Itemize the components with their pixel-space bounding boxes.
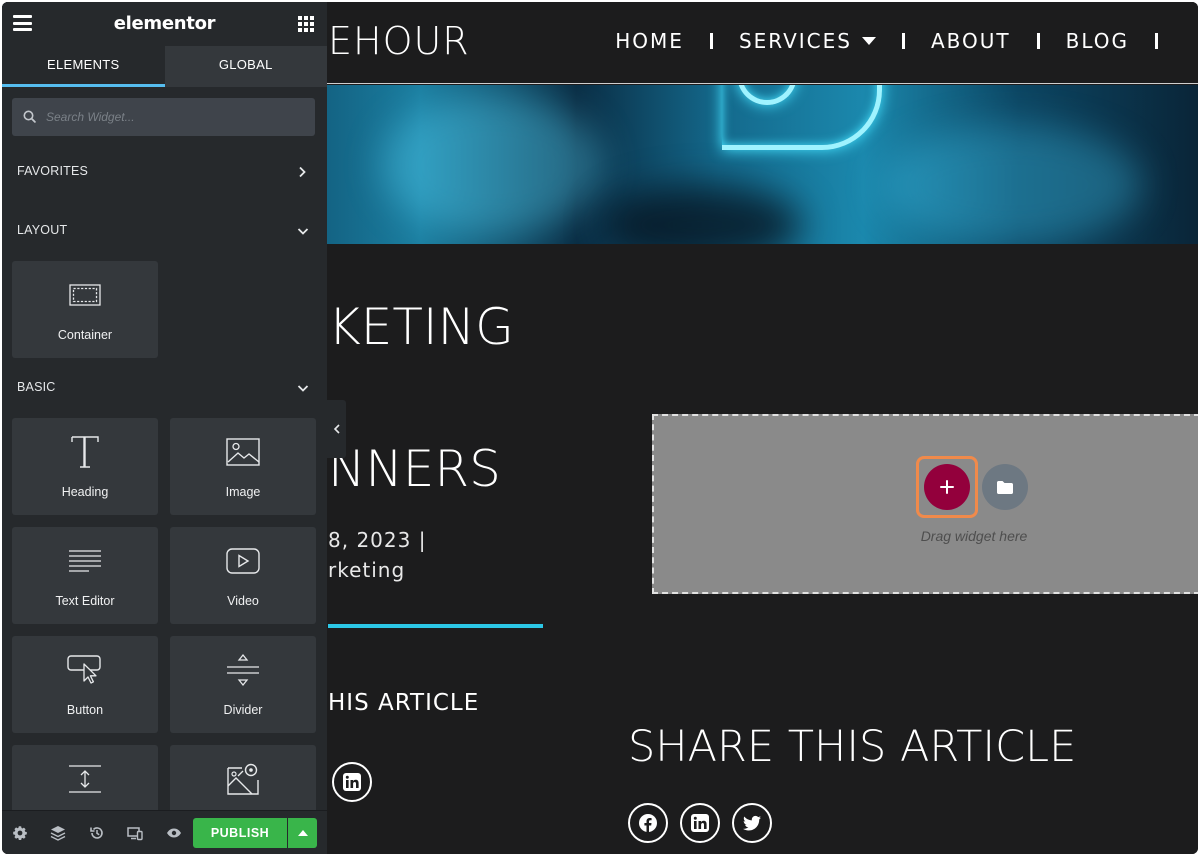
elementor-logo: elementor	[113, 13, 216, 34]
widget-divider[interactable]: Divider	[170, 636, 316, 733]
site-nav: HOME SERVICES ABOUT BLOG	[615, 26, 1184, 56]
google-maps-icon	[170, 759, 316, 799]
responsive-icon[interactable]	[127, 825, 143, 841]
share-heading: SHARE THIS ARTICLE	[628, 722, 1077, 772]
widget-label: Button	[66, 703, 104, 717]
accent-divider	[328, 624, 543, 628]
settings-icon[interactable]	[12, 825, 28, 841]
video-icon	[170, 541, 316, 581]
nav-item-blog[interactable]: BLOG	[1066, 29, 1129, 53]
nav-separator	[1036, 33, 1040, 49]
nav-item-home[interactable]: HOME	[615, 29, 684, 53]
twitter-icon[interactable]	[732, 803, 772, 843]
section-basic[interactable]: BASIC	[17, 380, 56, 394]
widget-video[interactable]: Video	[170, 527, 316, 624]
spacer-icon	[12, 759, 158, 799]
navigator-icon[interactable]	[50, 825, 66, 841]
chevron-left-icon	[333, 424, 340, 434]
publish-button[interactable]: PUBLISH	[193, 818, 287, 848]
tab-elements[interactable]: ELEMENTS	[2, 46, 165, 87]
nav-item-services[interactable]: SERVICES	[739, 29, 876, 53]
post-category[interactable]: rketing	[328, 558, 405, 582]
nav-separator	[709, 33, 713, 49]
search-icon	[23, 110, 36, 123]
panel-collapse-handle[interactable]	[327, 400, 346, 458]
widget-text-editor[interactable]: Text Editor	[12, 527, 158, 624]
widget-label: Heading	[61, 485, 109, 499]
add-section-button[interactable]	[924, 464, 970, 510]
facebook-icon[interactable]	[628, 803, 668, 843]
widget-label: Divider	[223, 703, 263, 717]
preview-eye-icon[interactable]	[166, 825, 182, 841]
publish-options-button[interactable]	[288, 818, 317, 848]
post-title-line-2: NNERS	[328, 440, 501, 498]
button-icon	[12, 650, 158, 690]
widget-container[interactable]: Container	[12, 261, 158, 358]
divider-icon	[170, 650, 316, 690]
container-icon	[12, 275, 158, 315]
tab-global[interactable]: GLOBAL	[164, 46, 327, 87]
nav-separator	[901, 33, 905, 49]
caret-down-icon	[861, 37, 876, 45]
dropzone-hint: Drag widget here	[920, 528, 1028, 544]
folder-icon	[997, 480, 1013, 494]
widget-label: Image	[225, 485, 261, 499]
widget-label: Video	[227, 594, 259, 608]
chevron-down-icon[interactable]	[297, 383, 309, 393]
panel-tabs: ELEMENTS GLOBAL	[2, 46, 327, 87]
widget-label: Text Editor	[55, 594, 115, 608]
caret-up-icon	[297, 830, 308, 836]
nav-label: HOME	[615, 29, 684, 53]
editor-window: EHOUR HOME SERVICES ABOUT BLOG KETING NN…	[2, 2, 1198, 854]
image-icon	[170, 432, 316, 472]
search-widget-input[interactable]	[46, 98, 306, 136]
nav-item-about[interactable]: ABOUT	[931, 29, 1011, 53]
nav-label: SERVICES	[738, 29, 852, 53]
nav-separator	[1155, 33, 1158, 49]
widget-label: Container	[57, 328, 113, 342]
section-favorites[interactable]: FAVORITES	[17, 164, 88, 178]
text-editor-icon	[12, 541, 158, 581]
chevron-down-icon[interactable]	[297, 226, 309, 236]
history-icon[interactable]	[89, 825, 105, 841]
plus-icon	[940, 480, 954, 494]
post-title-line-1: KETING	[328, 298, 514, 356]
elementor-panel: elementor ELEMENTS GLOBAL FAVORITES LAYO…	[2, 2, 327, 854]
post-date: 8, 2023 |	[328, 528, 427, 552]
widget-button[interactable]: Button	[12, 636, 158, 733]
panel-header: elementor	[2, 2, 327, 46]
widget-dropzone[interactable]: Drag widget here	[652, 414, 1198, 594]
heading-icon	[12, 432, 158, 472]
linkedin-icon[interactable]	[680, 803, 720, 843]
widget-heading[interactable]: Heading	[12, 418, 158, 515]
widget-image[interactable]: Image	[170, 418, 316, 515]
nav-label: ABOUT	[930, 29, 1011, 53]
section-layout[interactable]: LAYOUT	[17, 223, 67, 237]
panel-footer: PUBLISH	[2, 810, 327, 854]
share-heading-left: HIS ARTICLE	[328, 690, 480, 716]
site-logo[interactable]: EHOUR	[328, 16, 470, 66]
chevron-right-icon[interactable]	[297, 166, 307, 178]
widget-search	[12, 98, 315, 136]
nav-label: BLOG	[1065, 29, 1129, 53]
widgets-grid-icon[interactable]	[298, 16, 314, 32]
linkedin-icon[interactable]	[332, 762, 372, 802]
add-template-button[interactable]	[982, 464, 1028, 510]
